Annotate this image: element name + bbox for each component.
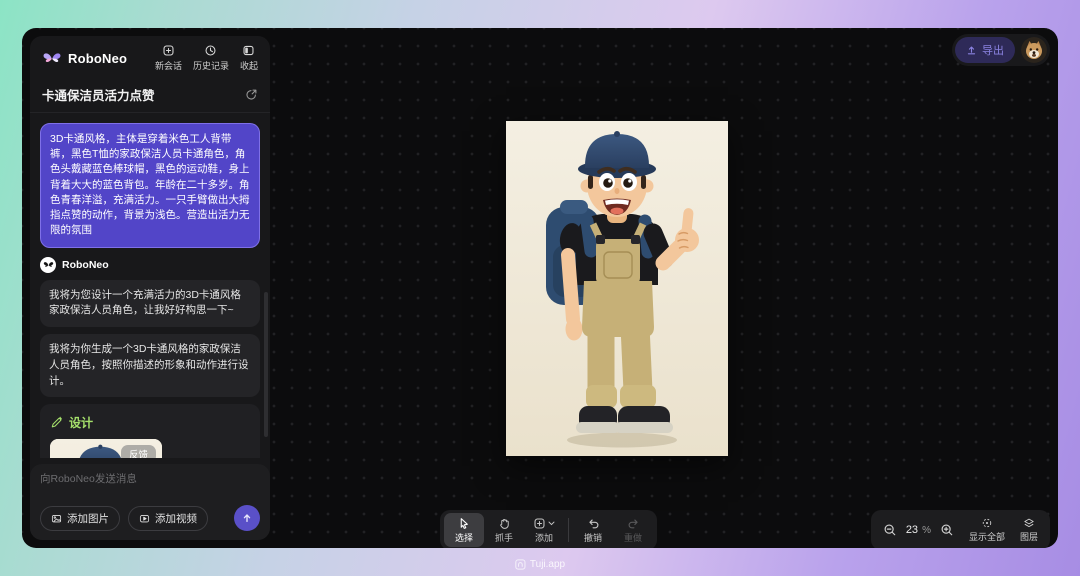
conversation-title-row: 卡通保洁员活力点赞 <box>30 76 270 113</box>
new-chat-button[interactable]: 新会话 <box>155 44 182 72</box>
chat-scrollbar[interactable] <box>264 292 268 437</box>
tool-label: 重做 <box>624 531 642 544</box>
send-button[interactable] <box>234 505 260 531</box>
design-thumbnail[interactable]: 反馈 <box>50 439 162 458</box>
history-button[interactable]: 历史记录 <box>193 44 229 72</box>
collapse-label: 收起 <box>240 59 258 72</box>
view-controls: 23 % 显示全部 图层 <box>871 510 1050 548</box>
zoom-level: 23 % <box>906 524 931 536</box>
butterfly-mini-icon <box>43 260 54 269</box>
desktop: { "app": { "watermark": "Tuji.app" }, "s… <box>0 0 1080 576</box>
watermark-link[interactable]: Tuji.app <box>515 559 565 570</box>
design-pen-icon <box>50 416 63 429</box>
layers-button[interactable]: 图层 <box>1020 517 1038 543</box>
user-message: 3D卡通风格，主体是穿着米色工人背带裤，黑色T恤的家政保洁人员卡通角色，角色头戴… <box>40 123 260 248</box>
sidebar: RoboNeo 新会话 历史记录 收起 卡通保洁员活力点赞 <box>30 36 270 540</box>
zoom-unit: % <box>922 525 931 536</box>
target-icon <box>981 517 993 529</box>
zoom-value: 23 <box>906 524 918 536</box>
collapse-button[interactable]: 收起 <box>240 44 258 72</box>
layers-label: 图层 <box>1020 530 1038 543</box>
design-title: 设计 <box>69 414 93 431</box>
user-avatar[interactable] <box>1021 37 1047 63</box>
upload-icon <box>966 45 977 56</box>
chevron-down-icon <box>548 521 555 526</box>
add-video-label: 添加视频 <box>155 511 197 526</box>
hand-icon <box>498 517 511 530</box>
canvas-artwork[interactable] <box>506 121 728 456</box>
tool-undo[interactable]: 撤销 <box>573 513 613 547</box>
add-box-icon <box>533 517 546 530</box>
sidebar-actions: 新会话 历史记录 收起 <box>155 44 258 72</box>
composer: 添加图片 添加视频 <box>30 464 270 540</box>
dog-avatar-icon <box>1021 37 1047 63</box>
collapse-panel-icon <box>242 44 255 57</box>
chat-history: 3D卡通风格，主体是穿着米色工人背带裤，黑色T恤的家政保洁人员卡通角色，角色头戴… <box>30 113 270 458</box>
history-label: 历史记录 <box>193 59 229 72</box>
tool-select[interactable]: 选择 <box>444 513 484 547</box>
watermark-label: Tuji.app <box>530 559 565 570</box>
zoom-in-button[interactable] <box>940 523 954 537</box>
app-window: 导出 选择 抓手 添加 <box>22 28 1058 548</box>
export-button[interactable]: 导出 <box>955 37 1015 63</box>
fit-view-button[interactable]: 显示全部 <box>969 517 1005 543</box>
layers-icon <box>1023 517 1035 529</box>
arrow-up-icon <box>241 512 253 524</box>
video-icon <box>139 513 150 524</box>
assistant-message: 我将为您设计一个充满活力的3D卡通风格家政保洁人员角色，让我好好构思一下~ <box>40 280 260 328</box>
tool-label: 添加 <box>535 531 553 544</box>
toolbar-divider <box>568 518 569 542</box>
zoom-out-icon <box>883 523 897 537</box>
assistant-header: RoboNeo <box>40 257 260 273</box>
image-icon <box>51 513 62 524</box>
assistant-message: 我将为你生成一个3D卡通风格的家政保洁人员角色，按照你描述的形象和动作进行设计。 <box>40 334 260 397</box>
tool-hand[interactable]: 抓手 <box>484 513 524 547</box>
design-card: 设计 反馈 <box>40 404 260 458</box>
butterfly-logo-icon <box>42 50 62 66</box>
tool-redo[interactable]: 重做 <box>613 513 653 547</box>
export-group: 导出 <box>952 34 1050 66</box>
tool-label: 选择 <box>455 531 473 544</box>
feedback-badge[interactable]: 反馈 <box>121 445 156 458</box>
new-chat-label: 新会话 <box>155 59 182 72</box>
canvas-toolbar: 选择 抓手 添加 撤销 重做 <box>440 510 657 548</box>
tool-label: 抓手 <box>495 531 513 544</box>
tuji-mark-icon <box>515 559 526 570</box>
brand: RoboNeo <box>42 50 127 66</box>
add-image-label: 添加图片 <box>67 511 109 526</box>
new-chat-icon <box>162 44 175 57</box>
design-header: 设计 <box>50 414 250 431</box>
message-input[interactable] <box>40 473 260 485</box>
zoom-out-button[interactable] <box>883 523 897 537</box>
tool-label: 撤销 <box>584 531 602 544</box>
add-image-button[interactable]: 添加图片 <box>40 506 120 531</box>
assistant-avatar <box>40 257 56 273</box>
add-video-button[interactable]: 添加视频 <box>128 506 208 531</box>
history-icon <box>204 44 217 57</box>
share-button[interactable] <box>245 88 258 101</box>
undo-icon <box>587 517 600 530</box>
cursor-icon <box>458 517 471 530</box>
export-label: 导出 <box>982 42 1004 58</box>
fit-view-label: 显示全部 <box>969 530 1005 543</box>
composer-actions: 添加图片 添加视频 <box>40 505 260 531</box>
tool-add[interactable]: 添加 <box>524 513 564 547</box>
brand-name: RoboNeo <box>68 51 127 66</box>
sidebar-header: RoboNeo 新会话 历史记录 收起 <box>30 36 270 76</box>
zoom-in-icon <box>940 523 954 537</box>
assistant-name: RoboNeo <box>62 259 109 271</box>
character-illustration <box>506 121 728 456</box>
redo-icon <box>627 517 640 530</box>
share-icon <box>245 88 258 101</box>
conversation-title: 卡通保洁员活力点赞 <box>42 85 155 104</box>
